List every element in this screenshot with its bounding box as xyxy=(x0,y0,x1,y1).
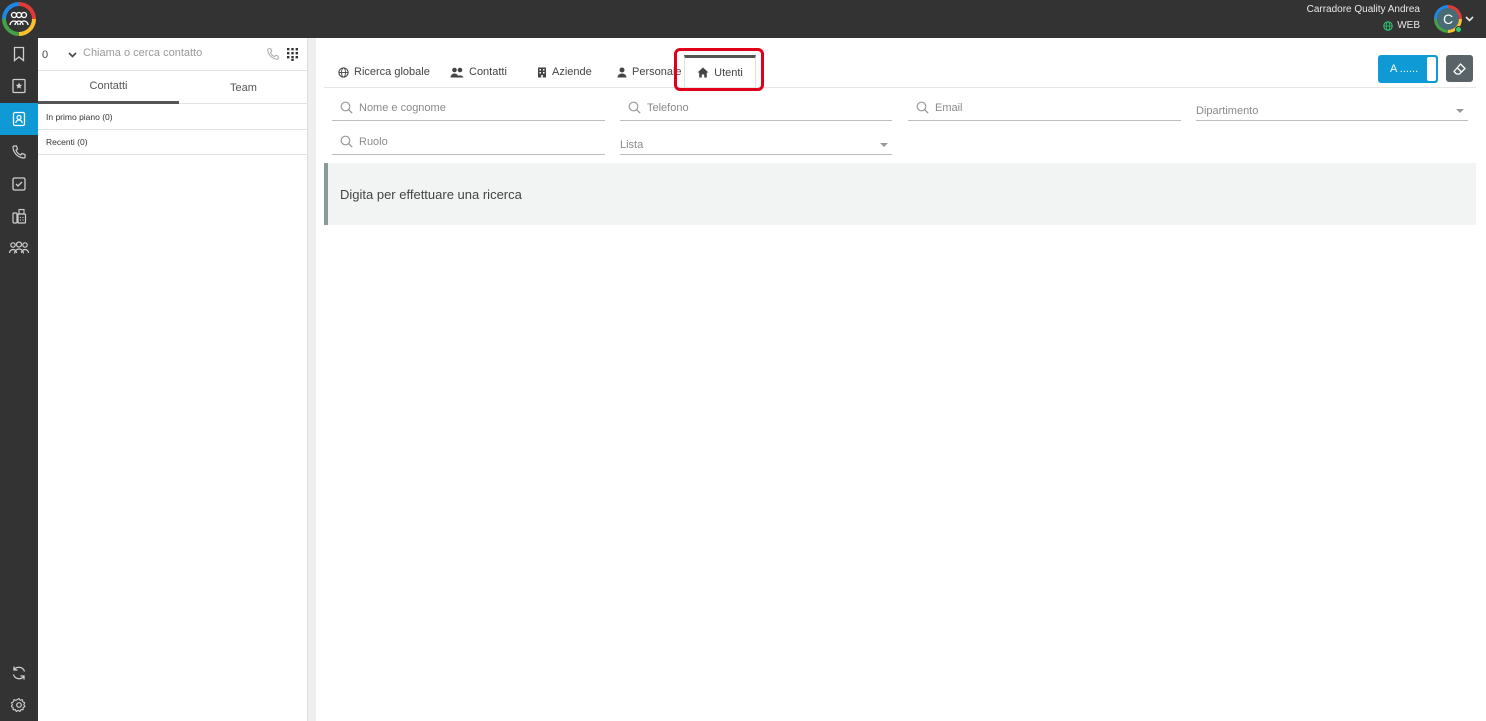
tab-aziende[interactable]: Aziende xyxy=(531,57,598,87)
rail-settings[interactable] xyxy=(0,689,38,721)
group-recents[interactable]: Recenti (0) xyxy=(38,130,308,155)
utenti-tab-highlight xyxy=(674,48,764,91)
phone-icon xyxy=(12,145,26,159)
clear-button[interactable] xyxy=(1446,55,1473,82)
left-rail xyxy=(0,38,38,721)
caret-down-icon xyxy=(880,143,888,147)
user-status: WEB xyxy=(1383,20,1420,31)
email-field[interactable]: Email xyxy=(908,95,1181,121)
search-hint: Digita per effettuare una ricerca xyxy=(324,163,1476,225)
mode-toggle-button[interactable]: A ...... xyxy=(1378,55,1438,83)
rail-team[interactable] xyxy=(0,232,38,264)
caret-down-icon xyxy=(1456,109,1464,113)
user-name: Carradore Quality Andrea xyxy=(1306,4,1420,15)
rail-tasks[interactable] xyxy=(0,168,38,200)
avatar[interactable]: C xyxy=(1434,5,1462,33)
call-search-input[interactable]: Chiama o cerca contatto xyxy=(83,47,202,59)
phone-field-placeholder: Telefono xyxy=(647,101,689,114)
list-select[interactable]: Lista xyxy=(620,129,892,155)
email-field-placeholder: Email xyxy=(935,101,963,114)
tab-label: Aziende xyxy=(552,66,592,78)
globe-icon xyxy=(1383,20,1393,31)
group-favorites[interactable]: In primo piano (0) xyxy=(38,105,308,130)
person-icon xyxy=(617,67,627,77)
building-icon xyxy=(538,67,546,77)
rail-calls[interactable] xyxy=(0,136,38,168)
department-placeholder: Dipartimento xyxy=(1196,105,1259,117)
globe-icon xyxy=(338,66,349,78)
fax-icon xyxy=(12,208,27,224)
dialpad-icon[interactable] xyxy=(286,47,299,61)
presence-dot xyxy=(1455,26,1462,33)
chevron-down-icon[interactable] xyxy=(68,50,77,59)
panel-divider[interactable] xyxy=(308,38,316,721)
contacts-panel: 0 Chiama o cerca contatto Contatti Team … xyxy=(38,38,308,721)
role-field-placeholder: Ruolo xyxy=(359,135,388,148)
name-field[interactable]: Nome e cognome xyxy=(332,95,605,121)
eraser-icon xyxy=(1453,62,1466,75)
rail-sync[interactable] xyxy=(0,657,38,689)
rail-fax[interactable] xyxy=(0,200,38,232)
rail-favorites[interactable] xyxy=(0,70,38,102)
tab-label: Contatti xyxy=(469,66,507,78)
tab-contatti[interactable]: Contatti xyxy=(38,71,179,104)
tab-ricerca-globale[interactable]: Ricerca globale xyxy=(332,57,436,87)
list-placeholder: Lista xyxy=(620,139,644,151)
rail-contacts[interactable] xyxy=(0,103,38,135)
status-label: WEB xyxy=(1397,20,1420,31)
department-select[interactable]: Dipartimento xyxy=(1196,95,1468,121)
role-field[interactable]: Ruolo xyxy=(332,129,605,155)
search-icon xyxy=(916,101,929,114)
checklist-icon xyxy=(12,177,26,191)
settings-icon xyxy=(11,697,26,713)
main-content: Ricerca globale Contatti Aziende Persona… xyxy=(316,38,1486,721)
app-logo[interactable] xyxy=(2,2,36,36)
users-icon xyxy=(450,67,464,77)
rail-bookmarks[interactable] xyxy=(0,38,38,70)
contacts-icon xyxy=(12,111,26,127)
line-selector[interactable]: 0 xyxy=(42,49,48,61)
search-icon xyxy=(340,135,353,148)
toggle-label: A ...... xyxy=(1390,63,1419,75)
search-icon xyxy=(628,101,641,114)
name-field-placeholder: Nome e cognome xyxy=(359,101,446,114)
search-icon xyxy=(340,101,353,114)
top-bar: Carradore Quality Andrea WEB C xyxy=(0,0,1486,38)
contacts-tabs: Contatti Team xyxy=(38,71,308,104)
sync-icon xyxy=(12,666,26,680)
bookmark-icon xyxy=(13,46,25,62)
tab-contatti-search[interactable]: Contatti xyxy=(444,57,513,87)
tab-label: Ricerca globale xyxy=(354,66,430,78)
star-book-icon xyxy=(12,78,26,94)
phone-icon[interactable] xyxy=(266,47,280,61)
team-icon xyxy=(9,241,29,254)
toggle-knob xyxy=(1427,57,1436,81)
tab-team[interactable]: Team xyxy=(179,71,308,104)
chevron-down-icon[interactable] xyxy=(1465,14,1474,23)
phone-field[interactable]: Telefono xyxy=(620,95,892,121)
search-tabs: Ricerca globale Contatti Aziende Persona… xyxy=(324,52,1476,88)
dial-bar: 0 Chiama o cerca contatto xyxy=(38,38,308,71)
people-logo-icon xyxy=(9,11,29,26)
